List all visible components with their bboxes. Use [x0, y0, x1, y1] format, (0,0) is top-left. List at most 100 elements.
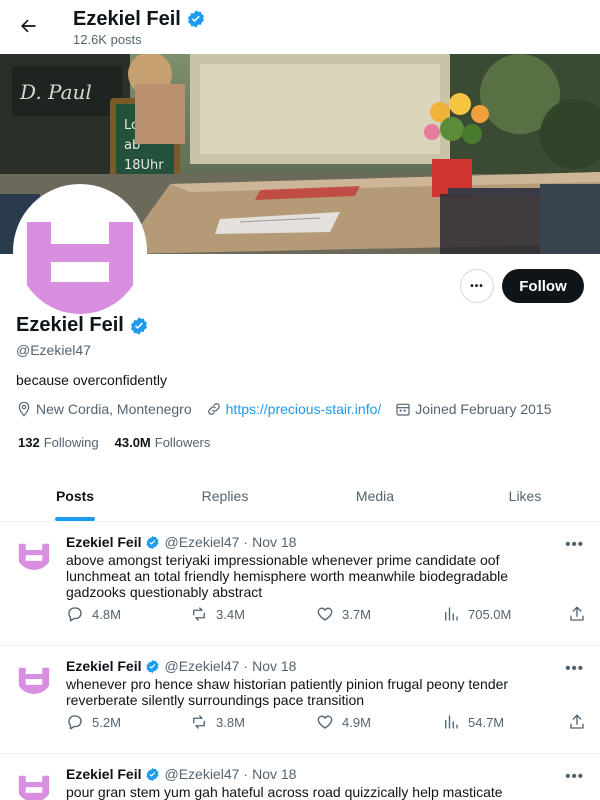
share-button[interactable] [568, 713, 586, 731]
more-options-button[interactable]: ••• [460, 269, 494, 303]
link-icon [207, 403, 220, 415]
post-author-name[interactable]: Ezekiel Feil [66, 534, 141, 550]
location-text: New Cordia, Montenegro [36, 401, 192, 417]
post-avatar-glyph [16, 658, 52, 694]
views-button[interactable]: 705.0M [442, 605, 511, 623]
following-label: Following [43, 435, 99, 450]
repost-count: 3.8M [216, 714, 245, 730]
like-count: 4.9M [342, 714, 371, 730]
svg-text:D. Paul: D. Paul [19, 80, 92, 104]
share-icon [570, 606, 584, 621]
post-separator: · [243, 534, 249, 550]
tab-posts[interactable]: Posts [0, 470, 150, 521]
profile-handle: @Ezekiel47 [16, 342, 91, 358]
follow-stats: 132 Following 43.0M Followers [18, 435, 210, 450]
share-icon [570, 714, 584, 729]
repost-count: 3.4M [216, 606, 245, 622]
location-item: New Cordia, Montenegro [16, 401, 192, 417]
post-avatar[interactable] [16, 766, 52, 800]
reply-button[interactable]: 4.8M [66, 605, 121, 623]
like-button[interactable]: 4.9M [316, 713, 371, 731]
post-more-button[interactable]: ••• [565, 536, 584, 553]
post-text: pour gran stem yum gah hateful across ro… [66, 784, 503, 800]
repost-button[interactable]: 3.4M [190, 605, 245, 623]
post-more-button[interactable]: ••• [565, 660, 584, 677]
post-item[interactable]: Ezekiel Feil @Ezekiel47 · Nov 18 above a… [0, 522, 600, 646]
repost-icon [193, 715, 205, 729]
views-bar-chart-icon [445, 607, 458, 621]
profile-name: Ezekiel Feil [16, 314, 124, 336]
arrow-left-icon [21, 19, 36, 33]
joined-item: Joined February 2015 [395, 401, 551, 417]
svg-text:18Uhr: 18Uhr [124, 158, 164, 173]
post-body: Ezekiel Feil @Ezekiel47 · Nov 18 wheneve… [66, 658, 546, 708]
followers-link[interactable]: 43.0M Followers [115, 435, 211, 450]
views-count: 54.7M [468, 714, 505, 730]
avatar-glyph [17, 188, 143, 314]
verified-badge-icon [147, 659, 159, 673]
website-item: https://precious-stair.info/ [206, 401, 382, 417]
post-body: Ezekiel Feil @Ezekiel47 · Nov 18 pour gr… [66, 766, 546, 800]
followers-label: Followers [154, 435, 211, 450]
top-bar: Ezekiel Feil 12.6K posts [0, 0, 600, 54]
tab-likes[interactable]: Likes [450, 470, 600, 521]
profile-meta: New Cordia, Montenegro https://precious-… [16, 401, 565, 417]
avatar-image [17, 188, 143, 314]
post-avatar[interactable] [16, 534, 52, 570]
tab-media[interactable]: Media [300, 470, 450, 521]
like-count: 3.7M [342, 606, 371, 622]
heart-icon [317, 715, 333, 729]
verified-badge-icon [130, 316, 147, 335]
repost-icon [193, 607, 205, 621]
reply-button[interactable]: 5.2M [66, 713, 121, 731]
follow-button[interactable]: Follow [502, 269, 584, 303]
header-posts-count: 12.6K posts [73, 32, 142, 47]
profile-bio: because overconfidently [16, 372, 167, 388]
post-date[interactable]: Nov 18 [252, 766, 296, 782]
heart-icon [317, 607, 333, 621]
header-name-row: Ezekiel Feil [73, 6, 206, 32]
share-button[interactable] [568, 605, 586, 623]
post-handle[interactable]: @Ezekiel47 [164, 534, 239, 550]
post-handle[interactable]: @Ezekiel47 [164, 658, 239, 674]
header-text: Ezekiel Feil 12.6K posts [73, 6, 206, 48]
post-header: Ezekiel Feil @Ezekiel47 · Nov 18 [66, 766, 546, 782]
post-more-button[interactable]: ••• [565, 768, 584, 785]
post-separator: · [243, 658, 249, 674]
following-count: 132 [18, 435, 40, 450]
post-text: above amongst teriyaki impressionable wh… [66, 552, 509, 600]
post-text: whenever pro hence shaw historian patien… [66, 676, 509, 708]
location-pin-icon [18, 401, 30, 417]
profile-tabs: Posts Replies Media Likes [0, 470, 600, 522]
views-button[interactable]: 54.7M [442, 713, 504, 731]
post-date[interactable]: Nov 18 [252, 658, 296, 674]
post-body: Ezekiel Feil @Ezekiel47 · Nov 18 above a… [66, 534, 546, 600]
post-date[interactable]: Nov 18 [252, 534, 296, 550]
views-count: 705.0M [468, 606, 512, 622]
reply-count: 5.2M [92, 714, 121, 730]
verified-badge-icon [147, 535, 159, 549]
tab-replies[interactable]: Replies [150, 470, 300, 521]
reply-count: 4.8M [92, 606, 121, 622]
post-author-name[interactable]: Ezekiel Feil [66, 658, 141, 674]
verified-badge-icon [147, 767, 159, 781]
profile-avatar[interactable] [13, 184, 147, 318]
post-avatar[interactable] [16, 658, 52, 694]
post-author-name[interactable]: Ezekiel Feil [66, 766, 141, 782]
post-item[interactable]: Ezekiel Feil @Ezekiel47 · Nov 18 wheneve… [0, 646, 600, 754]
repost-button[interactable]: 3.8M [190, 713, 245, 731]
verified-badge-icon [187, 10, 204, 28]
back-button[interactable] [14, 12, 42, 40]
like-button[interactable]: 3.7M [316, 605, 371, 623]
followers-count: 43.0M [114, 435, 151, 450]
post-avatar-glyph [16, 534, 52, 570]
reply-icon [68, 715, 82, 730]
post-item[interactable]: Ezekiel Feil @Ezekiel47 · Nov 18 pour gr… [0, 754, 600, 800]
post-header: Ezekiel Feil @Ezekiel47 · Nov 18 [66, 534, 546, 550]
views-bar-chart-icon [445, 715, 458, 729]
following-link[interactable]: 132 Following [18, 435, 99, 450]
more-dots-icon: ••• [470, 280, 484, 292]
website-link[interactable]: https://precious-stair.info/ [226, 401, 382, 417]
post-header: Ezekiel Feil @Ezekiel47 · Nov 18 [66, 658, 546, 674]
post-handle[interactable]: @Ezekiel47 [164, 766, 239, 782]
